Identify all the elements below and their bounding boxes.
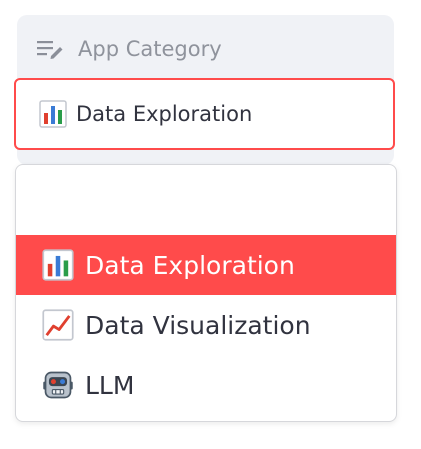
field-header: App Category — [36, 32, 222, 66]
option-label: Data Exploration — [85, 250, 295, 280]
select-value-label: Data Exploration — [76, 102, 253, 126]
app-category-select-widget: App Category Data Exploration Data Explo… — [0, 0, 421, 449]
option-data-exploration[interactable]: Data Exploration — [16, 235, 396, 295]
bar-chart-emoji-icon — [41, 248, 75, 282]
option-label: LLM — [85, 370, 135, 400]
option-label: Data Visualization — [85, 310, 311, 340]
chart-increasing-emoji-icon — [41, 308, 75, 342]
category-select[interactable]: Data Exploration — [14, 78, 395, 150]
option-data-visualization[interactable]: Data Visualization — [16, 295, 396, 355]
option-llm[interactable]: LLM — [16, 355, 396, 415]
filter-list-icon — [36, 38, 64, 60]
bar-chart-emoji-icon — [38, 99, 68, 129]
dropdown-menu: Data Exploration Data Visualization LLM — [15, 164, 397, 422]
robot-emoji-icon — [41, 368, 75, 402]
select-current-value: Data Exploration — [38, 99, 252, 129]
field-label: App Category — [78, 37, 222, 61]
